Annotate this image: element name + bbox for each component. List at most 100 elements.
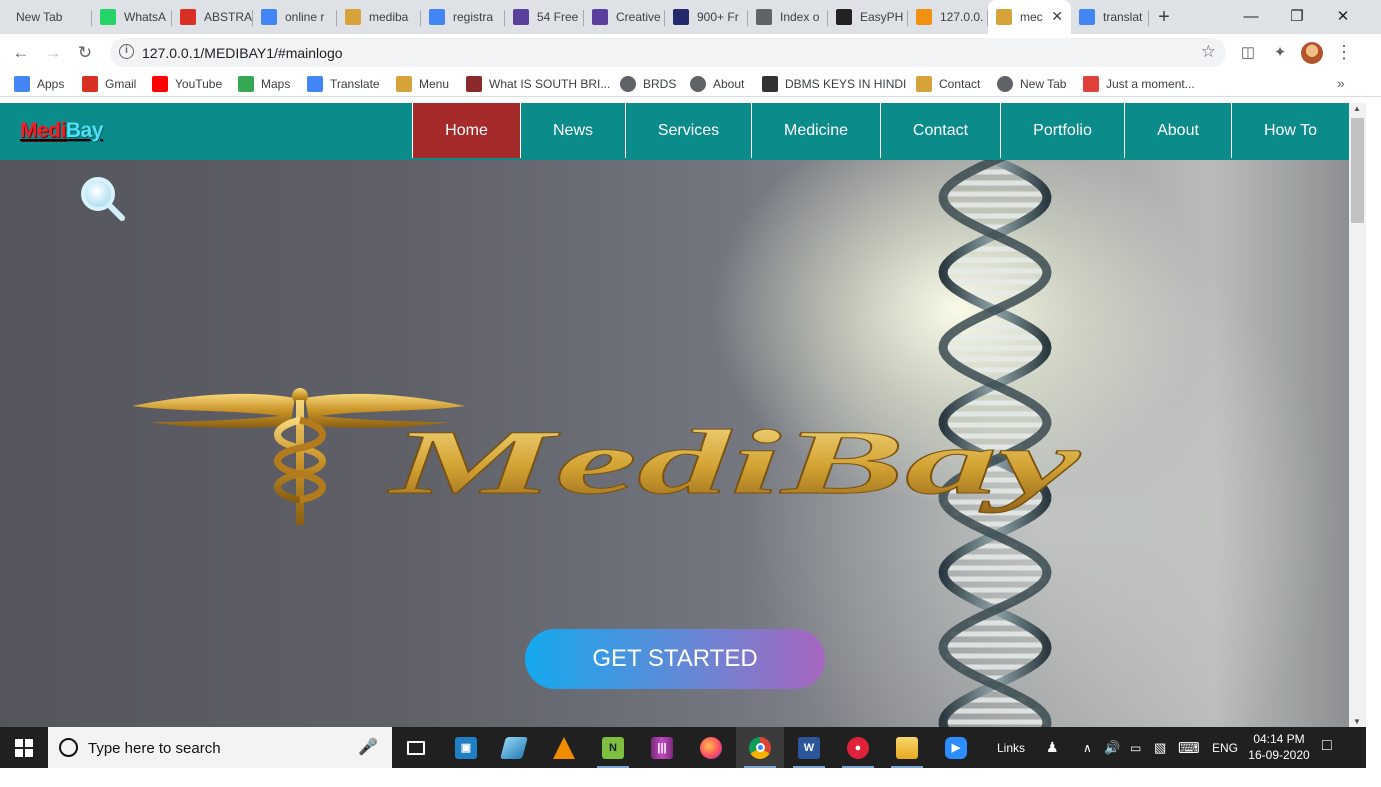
taskbar-search[interactable]: Type here to search 🎤: [48, 727, 392, 768]
bookmark-item[interactable]: Gmail: [82, 75, 136, 93]
taskbar-app-chrome[interactable]: [736, 727, 784, 768]
site-logo[interactable]: MediBay: [20, 119, 103, 143]
scroll-up-arrow-icon[interactable]: ▲: [1353, 104, 1361, 113]
action-center-icon[interactable]: □: [1322, 737, 1332, 755]
new-tab-button[interactable]: +: [1152, 5, 1176, 29]
taskbar-app-word[interactable]: W: [785, 727, 833, 768]
bookmark-item[interactable]: Apps: [14, 75, 64, 93]
battery-icon[interactable]: ▭: [1130, 727, 1141, 768]
bookmark-item[interactable]: Contact: [916, 75, 980, 93]
bookmark-item[interactable]: BRDS: [620, 75, 676, 93]
tab-title: New Tab: [16, 10, 63, 24]
forward-button[interactable]: →: [40, 40, 66, 66]
browser-tab[interactable]: 127.0.0.: [908, 2, 988, 32]
bookmark-item[interactable]: YouTube: [152, 75, 222, 93]
browser-tab[interactable]: EasyPH: [828, 2, 908, 32]
browser-tab[interactable]: translat: [1071, 2, 1149, 32]
back-button[interactable]: ←: [8, 40, 34, 66]
links-toolbar[interactable]: Links: [997, 727, 1025, 768]
bookmarks-bar: Apps Gmail YouTube Maps Translate Menu What IS…: [0, 71, 1381, 97]
close-window-button[interactable]: ✕: [1320, 0, 1366, 32]
close-tab-icon[interactable]: ✕: [1051, 8, 1063, 25]
browser-tab[interactable]: mediba: [337, 2, 421, 32]
browser-tab[interactable]: 900+ Fr: [665, 2, 748, 32]
nav-link-how-to[interactable]: How To: [1231, 103, 1349, 158]
bookmark-star-icon[interactable]: ☆: [1201, 42, 1216, 62]
browser-tab[interactable]: Creative: [584, 2, 665, 32]
show-hidden-icons[interactable]: ∧: [1083, 727, 1092, 768]
taskbar-app-zoom[interactable]: ▶: [932, 727, 980, 768]
browser-tab[interactable]: mec ✕: [988, 0, 1071, 34]
nav-link-home[interactable]: Home: [412, 103, 520, 158]
scrollbar-thumb[interactable]: [1351, 118, 1364, 223]
bookmark-item[interactable]: Just a moment...: [1083, 75, 1195, 93]
minimize-button[interactable]: —: [1228, 0, 1274, 32]
browser-tab[interactable]: Index o: [748, 2, 828, 32]
people-icon[interactable]: ♟: [1046, 727, 1059, 768]
bookmark-item[interactable]: Maps: [238, 75, 290, 93]
taskbar-clock[interactable]: 04:14 PM 16-09-2020: [1244, 731, 1314, 763]
browser-tab[interactable]: online r: [253, 2, 337, 32]
address-bar[interactable]: i 127.0.0.1/MEDIBAY1/#mainlogo ☆: [110, 38, 1226, 67]
browser-tab[interactable]: New Tab: [8, 2, 92, 32]
bookmark-item[interactable]: Translate: [307, 75, 380, 93]
whatsapp-icon: [100, 9, 116, 25]
nav-link-about[interactable]: About: [1124, 103, 1231, 158]
language-indicator[interactable]: ENG: [1212, 727, 1238, 768]
site-info-icon[interactable]: i: [119, 44, 134, 59]
bookmark-item[interactable]: About: [690, 75, 744, 93]
task-view-button[interactable]: [392, 727, 440, 768]
word-icon: W: [798, 736, 820, 759]
hero-banner: MediBay GET STARTED: [0, 160, 1349, 727]
loading-icon: [1083, 76, 1099, 92]
search-icon[interactable]: [78, 174, 128, 224]
extensions-puzzle-icon[interactable]: ✦: [1270, 42, 1290, 62]
file-explorer-icon: [896, 736, 918, 759]
start-button[interactable]: [0, 727, 48, 768]
taskbar-search-placeholder: Type here to search: [88, 740, 221, 757]
scroll-down-arrow-icon[interactable]: ▼: [1353, 717, 1361, 726]
nav-link-news[interactable]: News: [520, 103, 625, 158]
profile-avatar[interactable]: [1301, 42, 1323, 64]
medibay-icon: [996, 9, 1012, 25]
taskbar-app-remote[interactable]: ▣: [442, 727, 490, 768]
browser-tab[interactable]: ABSTRA: [172, 2, 253, 32]
taskbar-app-notes[interactable]: [490, 727, 538, 768]
kebab-menu-icon[interactable]: ⋮: [1334, 42, 1354, 62]
bookmarks-overflow-icon[interactable]: »: [1337, 75, 1345, 91]
taskbar-app-winrar[interactable]: |||: [638, 727, 686, 768]
nav-link-contact[interactable]: Contact: [880, 103, 1000, 158]
taskbar-app-notepadpp[interactable]: N: [589, 727, 637, 768]
bookmark-item[interactable]: Menu: [396, 75, 449, 93]
nav-link-services[interactable]: Services: [625, 103, 751, 158]
browser-tab[interactable]: 54 Free: [505, 2, 584, 32]
reload-button[interactable]: ↻: [72, 40, 98, 66]
nav-link-medicine[interactable]: Medicine: [751, 103, 880, 158]
chrome-icon: [749, 736, 771, 759]
keyboard-icon[interactable]: ⌨: [1178, 727, 1200, 768]
browser-tab[interactable]: registra: [421, 2, 505, 32]
tab-title: WhatsA: [124, 10, 167, 24]
globe-icon: [997, 76, 1013, 92]
bookmark-item[interactable]: What IS SOUTH BRI...: [466, 75, 610, 93]
taskbar-app-firefox[interactable]: [687, 727, 735, 768]
taskbar-app-vlc[interactable]: [540, 727, 588, 768]
page-scrollbar[interactable]: ▲ ▼: [1349, 103, 1366, 727]
network-icon[interactable]: ▧: [1154, 727, 1166, 768]
cast-icon[interactable]: ◫: [1238, 42, 1258, 62]
tab-title: Index o: [780, 10, 820, 24]
microphone-icon[interactable]: 🎤: [358, 737, 378, 757]
taskbar-app-screenrec[interactable]: ●: [834, 727, 882, 768]
bookmark-item[interactable]: DBMS KEYS IN HINDI: [762, 75, 906, 93]
get-started-button[interactable]: GET STARTED: [525, 629, 825, 689]
bookmark-item[interactable]: New Tab: [997, 75, 1066, 93]
medibay-icon: [345, 9, 361, 25]
clock-date: 16-09-2020: [1248, 748, 1310, 762]
browser-tab[interactable]: WhatsA: [92, 2, 172, 32]
volume-icon[interactable]: 🔊: [1104, 727, 1120, 768]
nav-link-portfolio[interactable]: Portfolio: [1000, 103, 1124, 158]
translate-icon: [307, 76, 323, 92]
taskbar-app-explorer[interactable]: [883, 727, 931, 768]
address-url[interactable]: 127.0.0.1/MEDIBAY1/#mainlogo: [142, 45, 343, 61]
maximize-button[interactable]: ❐: [1274, 0, 1320, 32]
